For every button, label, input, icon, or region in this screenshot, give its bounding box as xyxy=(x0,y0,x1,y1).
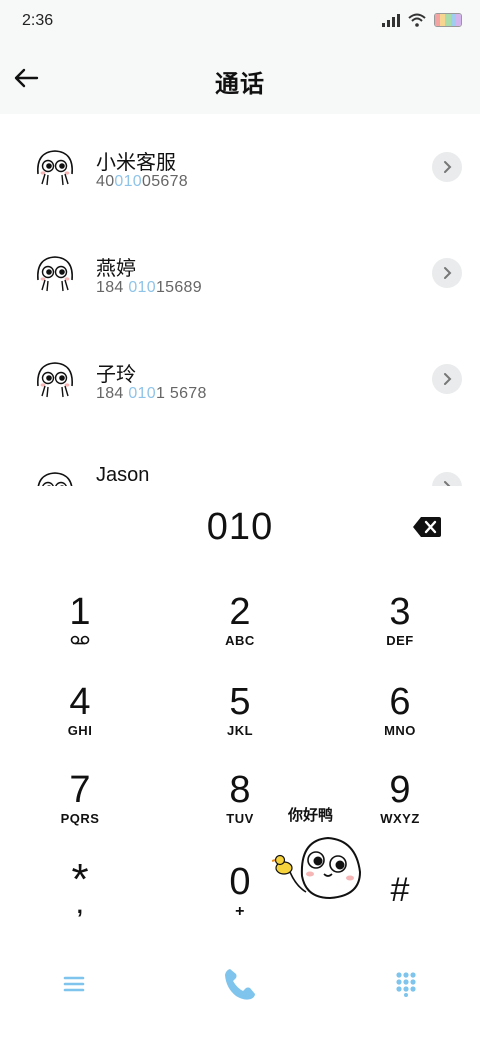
key-letters: MNO xyxy=(384,723,416,738)
chevron-right-icon xyxy=(444,373,452,385)
contact-detail-button[interactable] xyxy=(432,364,462,394)
call-button[interactable] xyxy=(216,960,264,1008)
list-item[interactable]: 子玲 184 0101 5678 xyxy=(0,326,480,432)
chevron-right-icon xyxy=(444,161,452,173)
key-1[interactable]: 1 xyxy=(20,592,140,676)
key-7[interactable]: 7 PQRS xyxy=(20,770,140,854)
avatar xyxy=(37,150,73,186)
contact-name: Jason xyxy=(96,464,150,486)
key-letters: GHI xyxy=(67,723,93,738)
bottom-bar xyxy=(0,946,480,1026)
phone-icon xyxy=(225,969,255,1000)
key-letters: DEF xyxy=(386,633,414,648)
contact-number: 184 01015689 xyxy=(96,279,202,296)
dial-input[interactable]: 010 xyxy=(0,506,480,549)
keypad-toggle-button[interactable] xyxy=(382,960,430,1008)
contact-detail-button[interactable] xyxy=(432,472,462,486)
sticker-character-icon xyxy=(272,836,362,900)
avatar xyxy=(37,472,73,486)
chevron-right-icon xyxy=(444,267,452,279)
key-digit: 7 xyxy=(69,769,91,811)
contact-detail-button[interactable] xyxy=(432,258,462,288)
key-2[interactable]: 2 ABC xyxy=(180,592,300,676)
key-letters: ABC xyxy=(225,633,255,648)
keypad-icon xyxy=(396,972,416,997)
key-5[interactable]: 5 JKL xyxy=(180,682,300,766)
menu-icon xyxy=(63,976,85,992)
key-letters: JKL xyxy=(226,723,254,738)
dialer-panel: 010 1 2 ABC 3 DEF 4 GHI 5 JKL 6 MNO 7 PQ… xyxy=(0,486,480,1040)
key-digit: 6 xyxy=(389,681,411,723)
key-digit: 2 xyxy=(229,591,251,633)
key-digit: 4 xyxy=(69,681,91,723)
key-4[interactable]: 4 GHI xyxy=(20,682,140,766)
key-letters: PQRS xyxy=(60,811,100,826)
voicemail-icon xyxy=(70,635,90,645)
status-bar: 2:36 xyxy=(0,0,480,44)
list-item[interactable]: 小米客服 4001005678 xyxy=(0,114,480,220)
menu-button[interactable] xyxy=(50,960,98,1008)
key-digit: 1 xyxy=(69,591,91,633)
key-digit: 5 xyxy=(229,681,251,723)
key-star[interactable]: * , xyxy=(20,858,140,946)
status-icons xyxy=(382,13,462,27)
status-time: 2:36 xyxy=(22,12,54,29)
contact-number: 4001005678 xyxy=(96,173,189,190)
key-3[interactable]: 3 DEF xyxy=(340,592,460,676)
avatar xyxy=(37,256,73,292)
header: 通话 xyxy=(0,44,480,114)
key-letters: , xyxy=(76,893,84,918)
contact-number: 184 0101 5678 xyxy=(96,385,207,402)
list-item[interactable]: 燕婷 184 01015689 xyxy=(0,220,480,326)
contact-name: 子玲 xyxy=(96,364,136,386)
key-6[interactable]: 6 MNO xyxy=(340,682,460,766)
avatar xyxy=(37,362,73,398)
signal-icon xyxy=(382,13,400,27)
page-title: 通话 xyxy=(215,71,265,98)
sticker: 你好鸭 xyxy=(272,804,372,914)
contact-name: 小米客服 xyxy=(96,152,176,174)
list-item[interactable]: Jason xyxy=(0,432,480,486)
wifi-icon xyxy=(408,13,426,27)
key-digit: 3 xyxy=(389,591,411,633)
battery-icon xyxy=(434,13,462,27)
sticker-text: 你好鸭 xyxy=(288,807,334,824)
contact-list[interactable]: 小米客服 4001005678 燕婷 184 01015689 子玲 184 0… xyxy=(0,114,480,486)
backspace-icon[interactable] xyxy=(412,516,442,538)
contact-name: 燕婷 xyxy=(96,258,136,280)
contact-detail-button[interactable] xyxy=(432,152,462,182)
